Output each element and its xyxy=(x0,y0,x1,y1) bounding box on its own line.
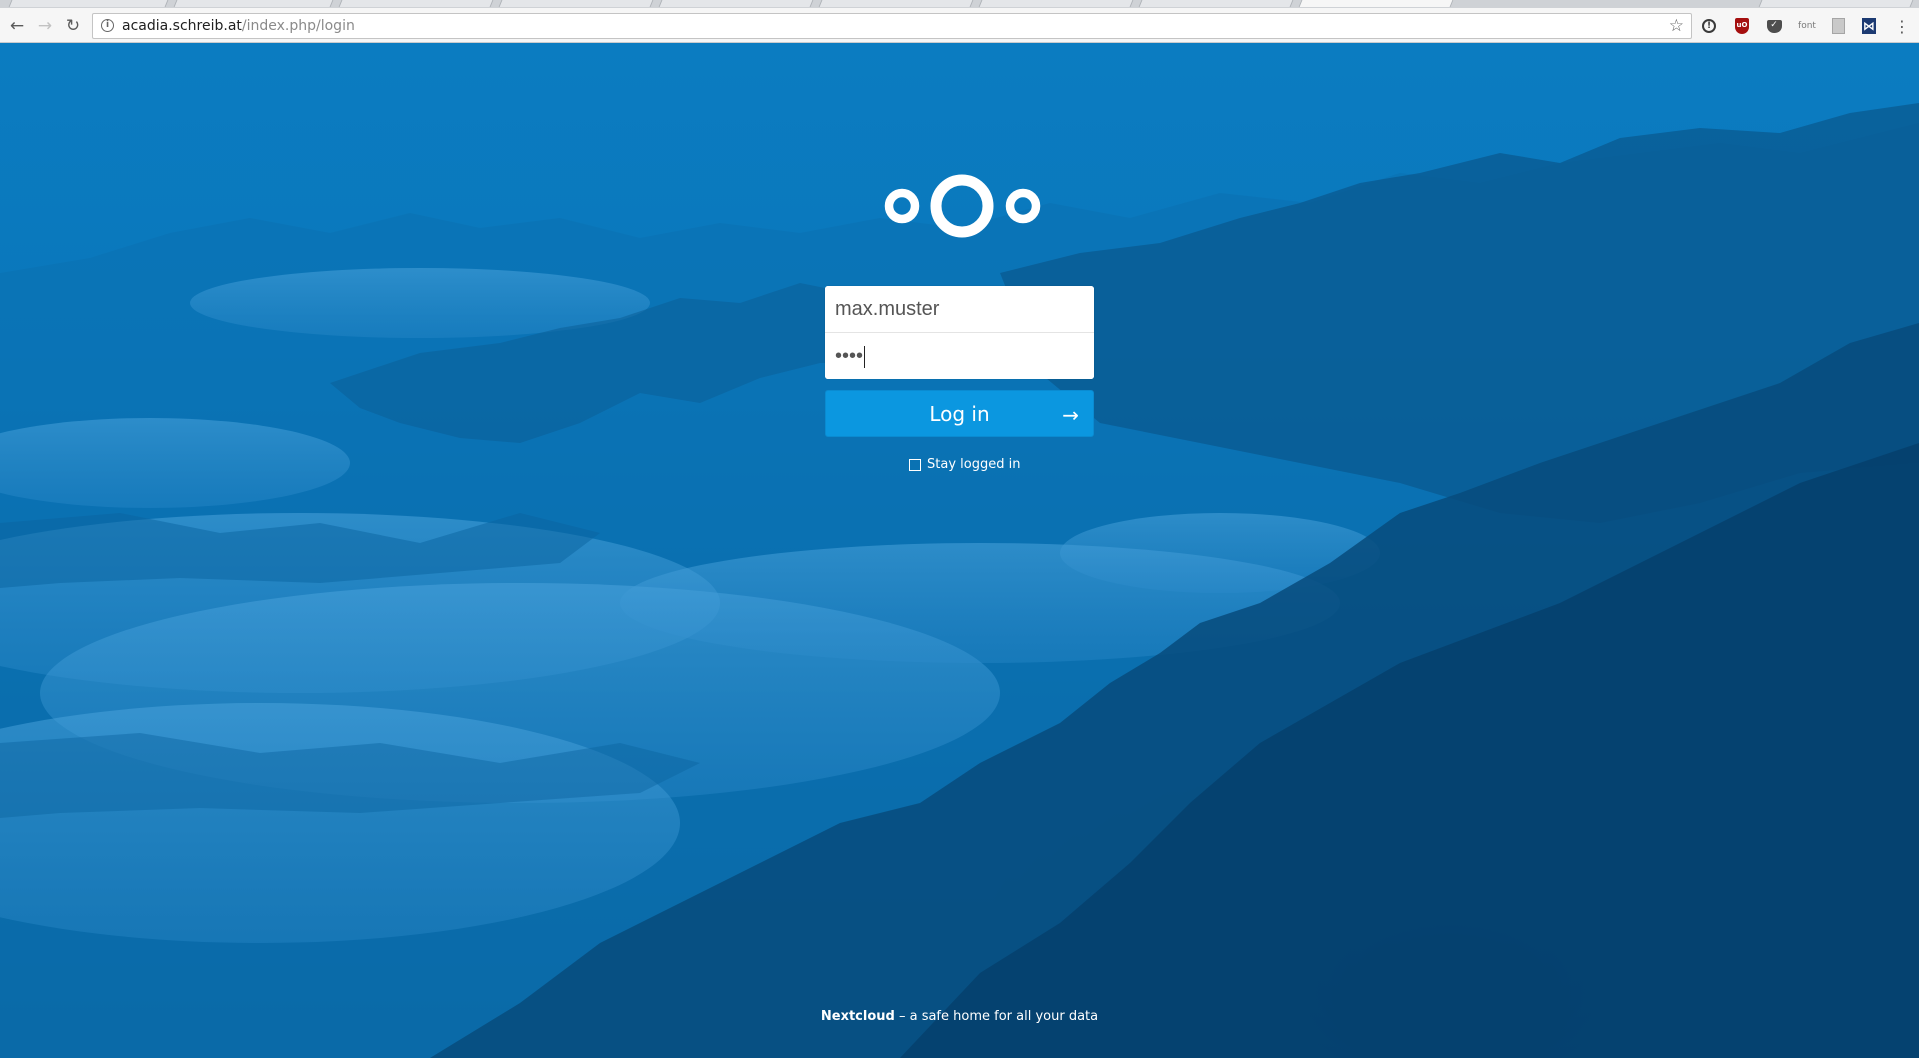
back-icon[interactable]: ← xyxy=(7,16,27,36)
browser-tab[interactable] xyxy=(658,0,814,7)
ublock-icon[interactable]: uO xyxy=(1733,17,1751,35)
font-extension-icon[interactable]: font xyxy=(1796,17,1818,35)
username-input[interactable]: max.muster xyxy=(825,286,1094,333)
browser-menu-icon[interactable]: ⋮ xyxy=(1893,17,1911,36)
forward-icon[interactable]: → xyxy=(35,16,55,36)
info-extension-icon[interactable]: ! xyxy=(1700,17,1718,35)
stay-logged-in-label[interactable]: Stay logged in xyxy=(927,457,1020,472)
url-path: /index.php/login xyxy=(241,18,355,34)
footer: Nextcloud – a safe home for all your dat… xyxy=(0,1009,1919,1024)
login-button[interactable]: Log in → xyxy=(825,390,1094,437)
page-extension-icon[interactable] xyxy=(1829,17,1847,35)
tab-strip xyxy=(0,0,1919,8)
browser-tab[interactable] xyxy=(978,0,1134,7)
bookmark-star-icon[interactable]: ☆ xyxy=(1669,16,1684,36)
login-button-label: Log in xyxy=(929,401,990,426)
browser-tab[interactable] xyxy=(173,0,334,7)
login-page: max.muster •••• Log in → Stay logged in … xyxy=(0,43,1919,1058)
footer-brand: Nextcloud xyxy=(820,1009,895,1024)
url-host: acadia.schreib.at xyxy=(122,18,242,34)
text-caret xyxy=(864,345,866,368)
password-mask: •••• xyxy=(835,345,864,367)
login-form: max.muster •••• Log in → xyxy=(825,286,1094,437)
stay-logged-in-checkbox[interactable] xyxy=(909,458,921,471)
arrow-right-icon: → xyxy=(1062,403,1079,427)
browser-tab[interactable] xyxy=(1138,0,1294,7)
browser-tab[interactable] xyxy=(498,0,654,7)
browser-tab-active[interactable] xyxy=(1298,0,1454,7)
site-info-icon[interactable]: i xyxy=(101,19,114,32)
browser-tab[interactable] xyxy=(1758,0,1914,7)
footer-tagline: – a safe home for all your data xyxy=(894,1009,1099,1024)
browser-tab[interactable] xyxy=(338,0,494,7)
password-input[interactable]: •••• xyxy=(825,333,1094,379)
url-text[interactable]: acadia.schreib.at/index.php/login xyxy=(122,18,355,34)
address-bar[interactable]: i acadia.schreib.at/index.php/login ☆ xyxy=(92,13,1692,39)
nextcloud-logo-icon xyxy=(884,174,1041,238)
pocket-icon[interactable]: ✓ xyxy=(1765,17,1783,35)
reload-icon[interactable]: ↻ xyxy=(63,16,83,36)
stay-logged-in[interactable]: Stay logged in xyxy=(909,457,1020,472)
browser-toolbar: ← → ↻ i acadia.schreib.at/index.php/logi… xyxy=(0,8,1919,43)
browser-tab[interactable] xyxy=(818,0,974,7)
bookmark-extension-icon[interactable]: ⋈ xyxy=(1860,17,1878,35)
browser-tab[interactable] xyxy=(8,0,169,7)
credentials-group: max.muster •••• xyxy=(825,286,1094,379)
